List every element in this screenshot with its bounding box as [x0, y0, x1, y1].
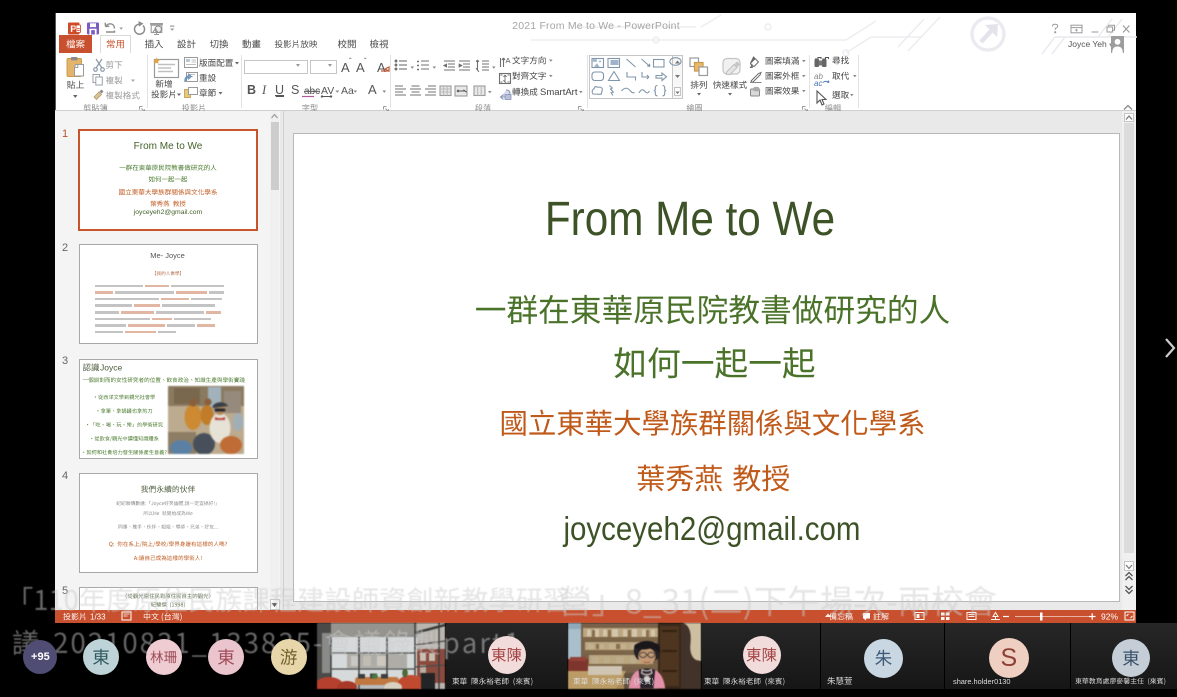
svg-text:share.holder0130: share.holder0130: [953, 677, 1011, 686]
